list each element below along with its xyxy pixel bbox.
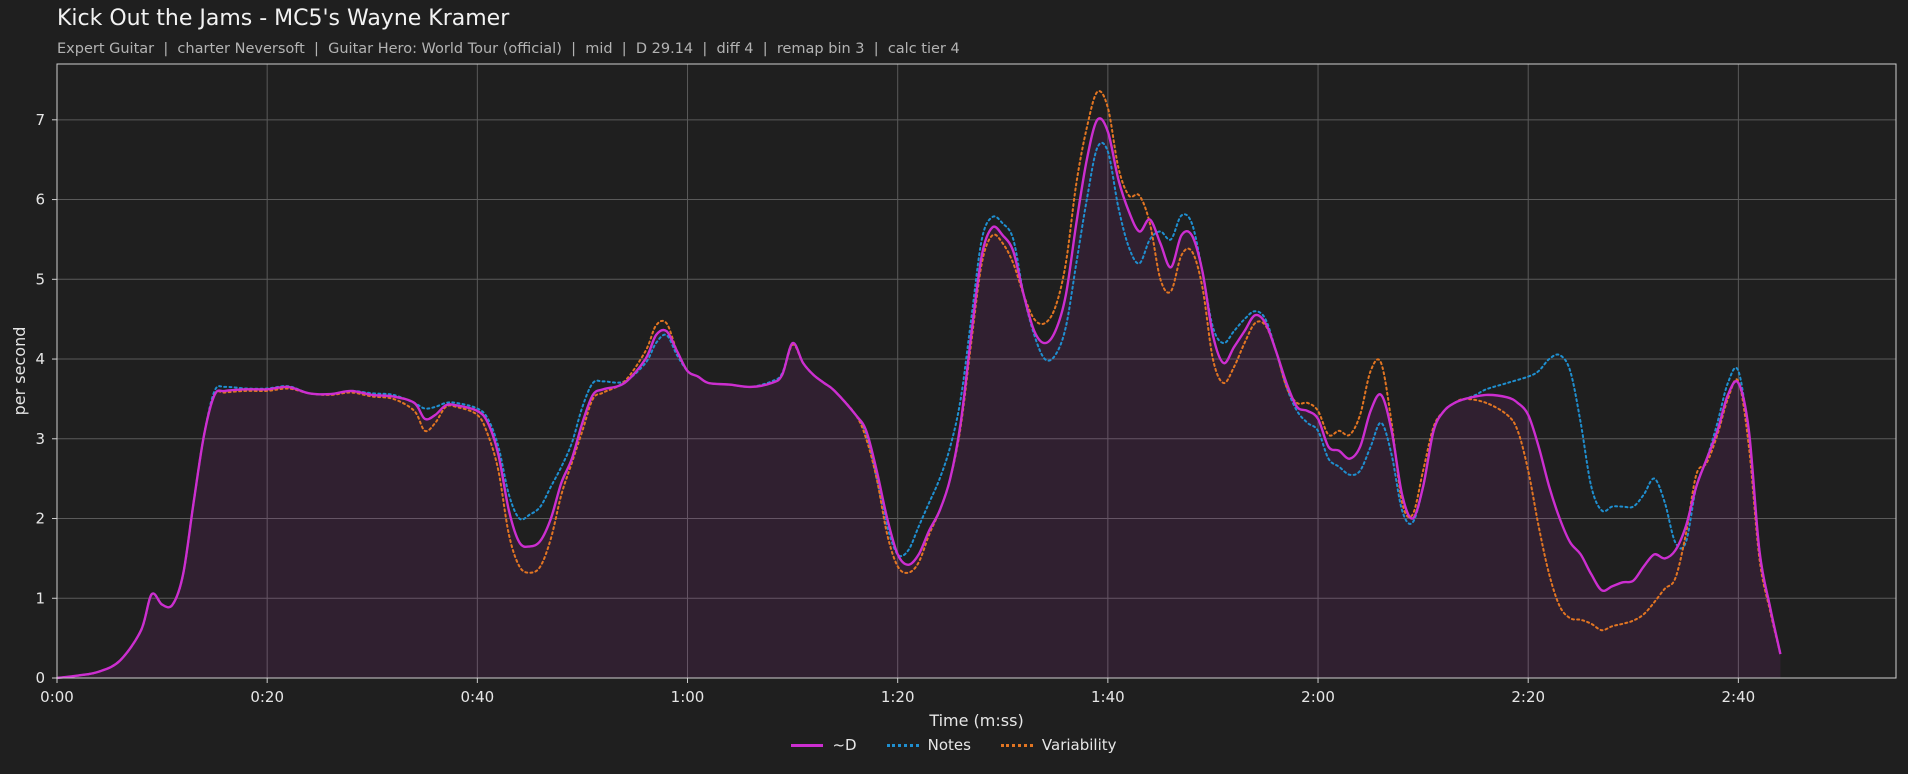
y-tick-label: 0 xyxy=(35,669,45,687)
x-axis-label: Time (m:ss) xyxy=(928,711,1023,730)
legend-label-variability: Variability xyxy=(1041,736,1117,754)
y-tick-label: 4 xyxy=(35,350,45,368)
x-tick-label: 2:00 xyxy=(1301,688,1335,706)
y-tick-label: 6 xyxy=(35,191,45,209)
chart-page: Kick Out the Jams - MC5's Wayne Kramer E… xyxy=(0,0,1908,774)
legend-swatch-notes xyxy=(886,743,919,747)
y-tick-label: 2 xyxy=(35,510,45,528)
x-tick-label: 1:00 xyxy=(671,688,705,706)
line-chart: 0:00 0:20 0:40 1:00 1:20 1:40 2:00 2:20 2:40 0 1 2… xyxy=(10,63,1897,730)
chart-legend: ~D Notes Variability xyxy=(0,736,1908,754)
legend-item-d: ~D xyxy=(791,736,857,754)
y-tick-label: 3 xyxy=(35,430,45,448)
x-axis: 0:00 0:20 0:40 1:00 1:20 1:40 2:00 2:20 2:40 xyxy=(40,678,1755,706)
y-tick-label: 1 xyxy=(35,589,45,607)
x-tick-label: 0:40 xyxy=(460,688,494,706)
y-axis: 0 1 2 3 4 5 6 7 xyxy=(35,111,57,687)
x-tick-label: 2:20 xyxy=(1511,688,1545,706)
legend-label-d: ~D xyxy=(832,736,857,754)
legend-label-notes: Notes xyxy=(927,736,971,754)
x-tick-label: 0:00 xyxy=(40,688,74,706)
x-tick-label: 1:20 xyxy=(881,688,915,706)
x-tick-label: 0:20 xyxy=(250,688,284,706)
x-tick-label: 1:40 xyxy=(1091,688,1125,706)
legend-swatch-d xyxy=(791,743,824,747)
legend-item-variability: Variability xyxy=(1000,736,1117,754)
y-axis-label: per second xyxy=(10,327,29,416)
legend-swatch-variability xyxy=(1000,743,1033,747)
legend-item-notes: Notes xyxy=(886,736,971,754)
y-tick-label: 7 xyxy=(35,111,45,129)
x-tick-label: 2:40 xyxy=(1722,688,1756,706)
y-tick-label: 5 xyxy=(35,270,45,288)
